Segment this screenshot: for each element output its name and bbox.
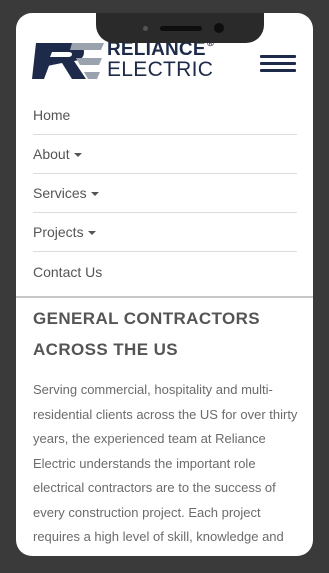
reliance-logo-mark-icon[interactable]	[32, 41, 104, 81]
phone-notch	[96, 13, 264, 43]
brand-wordmark[interactable]: RELIANCE® ELECTRIC	[107, 39, 214, 81]
speaker-grille	[160, 26, 202, 31]
nav-item-label: About	[33, 146, 70, 162]
nav-item-label: Projects	[33, 224, 84, 240]
nav-item-about[interactable]: About	[33, 135, 297, 174]
brand-name-line2: ELECTRIC	[107, 58, 214, 81]
nav-item-home[interactable]: Home	[33, 96, 297, 135]
main-nav: Home About Services Projects Contact Us	[33, 96, 297, 291]
nav-item-contact-us[interactable]: Contact Us	[33, 252, 297, 291]
nav-item-label: Home	[33, 107, 71, 123]
caret-down-icon	[87, 230, 96, 235]
nav-item-services[interactable]: Services	[33, 174, 297, 213]
caret-down-icon	[90, 191, 99, 196]
main-content: GENERAL CONTRACTORS ACROSS THE US Servin…	[33, 303, 299, 556]
phone-screen: RELIANCE® ELECTRIC Home About Services P…	[16, 13, 313, 556]
hamburger-menu-icon[interactable]	[260, 55, 296, 73]
page-headline: GENERAL CONTRACTORS ACROSS THE US	[33, 309, 261, 359]
intro-paragraph: Serving commercial, hospitality and mult…	[33, 382, 298, 556]
front-camera-lens	[214, 23, 224, 33]
nav-item-projects[interactable]: Projects	[33, 213, 297, 252]
sensor-dot	[143, 26, 148, 31]
section-divider	[16, 296, 313, 298]
caret-down-icon	[73, 152, 82, 157]
nav-item-label: Services	[33, 185, 87, 201]
nav-item-label: Contact Us	[33, 263, 103, 280]
